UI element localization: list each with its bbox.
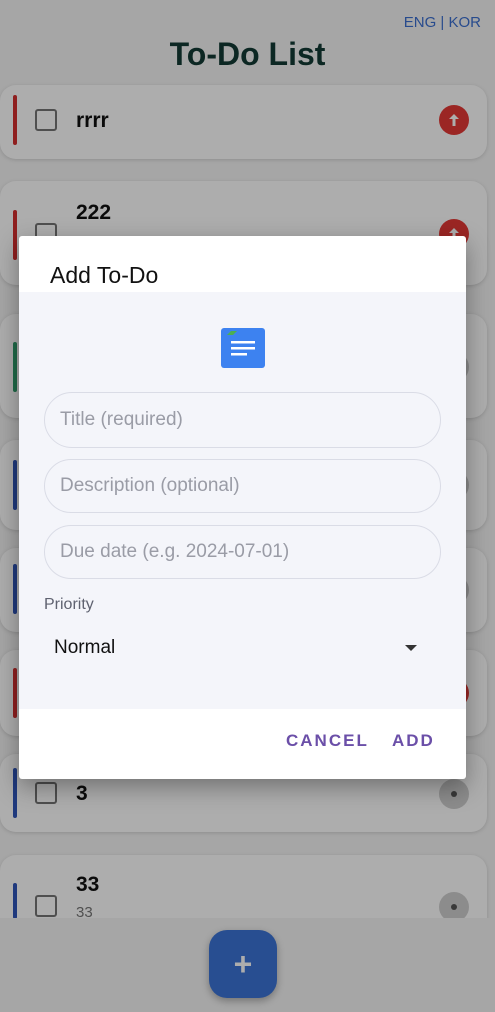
priority-selected-value: Normal [54, 637, 116, 658]
description-field[interactable] [44, 459, 441, 513]
dialog-actions: CANCEL ADD [19, 709, 466, 779]
document-icon [221, 328, 265, 368]
description-input[interactable] [60, 475, 440, 497]
due-date-input[interactable] [60, 541, 440, 563]
dialog-body: Priority Normal [19, 292, 466, 709]
priority-label: Priority [44, 596, 94, 613]
add-todo-dialog: Add To-Do Priority Normal CANCEL [19, 236, 466, 779]
cancel-button[interactable]: CANCEL [286, 731, 369, 751]
title-input[interactable] [60, 409, 440, 431]
dialog-title: Add To-Do [50, 262, 159, 288]
priority-select[interactable]: Normal [44, 626, 441, 670]
add-button[interactable]: ADD [392, 731, 435, 751]
chevron-down-icon [405, 645, 417, 651]
due-date-field[interactable] [44, 525, 441, 579]
title-field[interactable] [44, 392, 441, 448]
